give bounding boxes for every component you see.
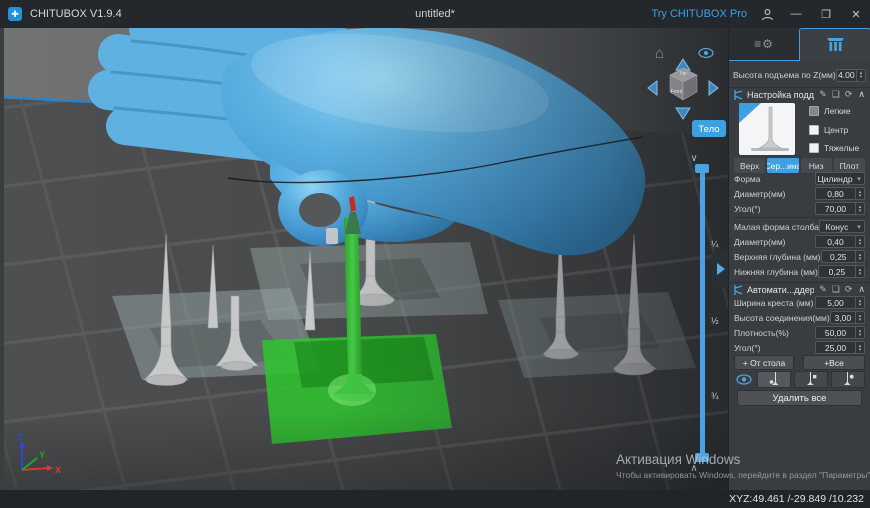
svg-text:Тело: Тело (698, 124, 719, 135)
copy-icon[interactable]: ❏ (832, 89, 840, 100)
tab-middle[interactable]: Сер...ина (767, 158, 798, 173)
weight-option-center[interactable]: Центр (809, 124, 848, 136)
viewport-3d[interactable]: ⌂ Top Front Тело ∨ (0, 28, 728, 490)
support-settings-title: Настройка поддержки: (747, 90, 814, 100)
show-supports-toggle[interactable] (734, 374, 754, 385)
maximize-button[interactable]: ❐ (818, 8, 834, 21)
diameter-spinner[interactable]: 0,80 ▴▾ (815, 187, 865, 200)
home-view-icon[interactable]: ⌂ (655, 45, 664, 62)
svg-text:Z: Z (17, 432, 23, 442)
connection-height-spinner[interactable]: 3,00 ▴▾ (830, 311, 865, 324)
auto-angle-spinner[interactable]: 25,00 ▴▾ (815, 341, 865, 354)
edit-icon[interactable]: ✎ (819, 284, 827, 295)
settings-list-gear-icon: ≡⚙ (754, 37, 774, 51)
collapse-icon[interactable]: ∧ (858, 89, 865, 100)
minimize-button[interactable]: — (788, 8, 804, 20)
svg-text:Front: Front (671, 89, 683, 95)
account-icon[interactable] (761, 8, 774, 21)
svg-text:Top: Top (679, 71, 687, 76)
tab-settings[interactable]: ≡⚙ (729, 28, 799, 61)
add-from-plate-button[interactable]: + От стола (734, 355, 794, 370)
small-diameter-spinner[interactable]: 0,40 ▴▾ (815, 235, 865, 248)
support-preview-thumbnail (739, 103, 795, 155)
slider-label-threequarter: ¾ (711, 391, 719, 401)
light-checkbox[interactable] (809, 106, 819, 116)
center-checkbox[interactable] (809, 125, 819, 135)
app-logo-icon: ✚ (8, 7, 22, 21)
svg-text:Y: Y (39, 450, 45, 460)
angle-spinner[interactable]: 70,00 ▴▾ (815, 202, 865, 215)
delete-support-icon (843, 372, 854, 386)
support-nub (326, 228, 338, 244)
eye-icon (736, 374, 752, 385)
close-button[interactable]: ✕ (848, 8, 864, 21)
slider-track (700, 168, 705, 458)
density-spinner[interactable]: 50,00 ▴▾ (815, 326, 865, 339)
slider-chevron-top: ∨ (690, 153, 697, 164)
tab-top[interactable]: Верх (734, 158, 765, 173)
delete-support-mode-button[interactable] (831, 371, 865, 388)
edit-support-icon (806, 372, 817, 386)
add-support-mode-button[interactable] (757, 371, 791, 388)
add-support-icon (769, 372, 780, 386)
title-bar: ✚ CHITUBOX V1.9.4 untitled* Try CHITUBOX… (0, 0, 870, 28)
try-pro-link[interactable]: Try CHITUBOX Pro (651, 8, 747, 20)
body-badge[interactable]: Тело (692, 120, 726, 137)
auto-support-header: Автомати...ддержка: ✎ ❏ ⟳ ∧ (729, 282, 870, 296)
support-settings-header: Настройка поддержки: ✎ ❏ ⟳ ∧ (729, 87, 870, 101)
chitubox-window: ✚ CHITUBOX V1.9.4 untitled* Try CHITUBOX… (0, 0, 870, 508)
heavy-checkbox[interactable] (809, 143, 819, 153)
z-lift-spinner[interactable]: 4.00 ▴▾ (836, 69, 866, 82)
support-panel: ≡⚙ Высота подъема по Z(мм) 4.00 ▴▾ (728, 28, 870, 490)
tab-raft[interactable]: Плот (834, 158, 865, 173)
document-title: untitled* (415, 8, 455, 20)
slider-chevron-bottom: ∧ (690, 463, 697, 474)
auto-support-title: Автомати...ддержка: (747, 285, 814, 295)
slider-handle-bottom[interactable] (695, 453, 709, 462)
small-pillar-shape-dropdown[interactable]: Конус ▾ (819, 220, 865, 233)
weight-option-heavy[interactable]: Тяжелые (809, 142, 859, 154)
collapse-icon[interactable]: ∧ (858, 284, 865, 295)
cursor-coordinates: XYZ:49.461 /-29.849 /10.232 (729, 493, 864, 505)
delete-all-button[interactable]: Удалить все (737, 390, 862, 406)
svg-text:X: X (55, 465, 61, 475)
tab-support[interactable] (799, 28, 870, 61)
weight-option-light[interactable]: Легкие (809, 105, 851, 117)
support-flag-icon (734, 285, 743, 295)
z-lift-label: Высота подъема по Z(мм) (733, 70, 836, 80)
upper-depth-spinner[interactable]: 0,25 ▴▾ (821, 250, 865, 263)
tab-bottom[interactable]: Низ (801, 158, 832, 173)
add-all-button[interactable]: +Все (803, 355, 865, 370)
support-part-tabs: Верх Сер...ина Низ Плот (734, 158, 865, 173)
support-flag-icon (734, 90, 743, 100)
app-title: CHITUBOX V1.9.4 (30, 8, 122, 20)
dropdown-arrow-icon: ▾ (854, 175, 864, 183)
slider-handle-top[interactable] (695, 164, 709, 173)
copy-icon[interactable]: ❏ (832, 284, 840, 295)
slider-label-quarter: ¼ (711, 239, 719, 249)
slider-label-half: ½ (711, 316, 719, 326)
lower-depth-spinner[interactable]: 0,25 ▴▾ (818, 265, 865, 278)
shape-dropdown[interactable]: Цилиндр ▾ (815, 172, 865, 185)
reset-icon[interactable]: ⟳ (845, 89, 853, 100)
reset-icon[interactable]: ⟳ (845, 284, 853, 295)
edit-support-mode-button[interactable] (794, 371, 828, 388)
dropdown-arrow-icon: ▾ (854, 223, 864, 231)
support-pillars-icon (827, 38, 844, 53)
status-bar: XYZ:49.461 /-29.849 /10.232 (0, 490, 870, 508)
cross-width-spinner[interactable]: 5,00 ▴▾ (815, 296, 865, 309)
panel-expand-tab[interactable] (712, 250, 728, 288)
edit-icon[interactable]: ✎ (819, 89, 827, 100)
